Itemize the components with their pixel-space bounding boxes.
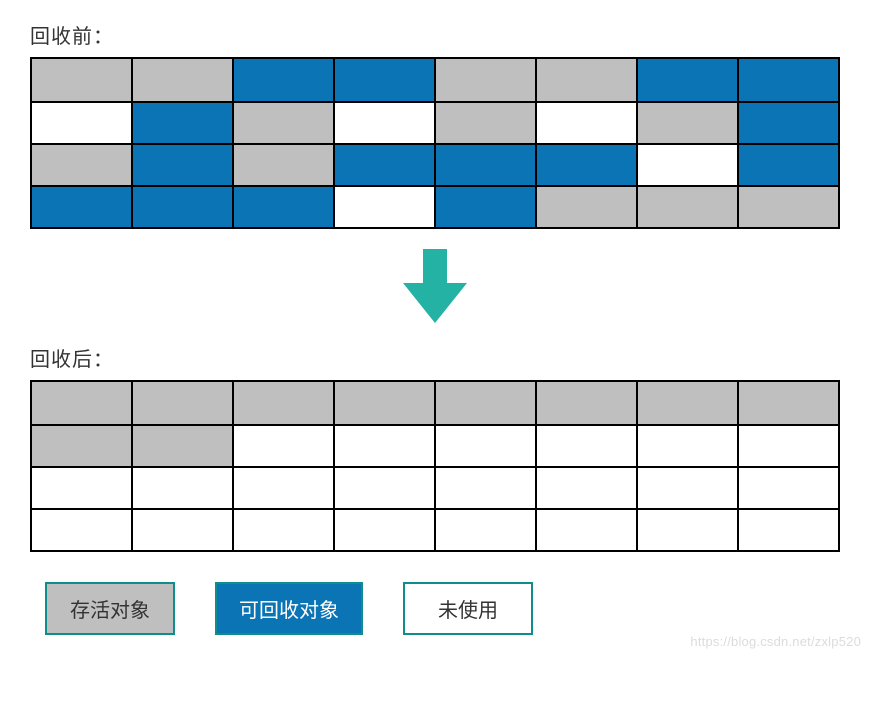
legend-unused: 未使用 [403,582,533,635]
grid-cell-unus [636,145,737,185]
grid-cell-recy [636,59,737,101]
grid-cell-unus [32,103,131,143]
arrow-down-icon [399,247,471,325]
grid-cell-surv [131,59,232,101]
grid-cell-unus [333,468,434,508]
grid-cell-unus [333,426,434,466]
grid-cell-recy [131,103,232,143]
grid-row [32,59,838,101]
grid-cell-recy [333,59,434,101]
grid-cell-recy [32,187,131,227]
grid-cell-surv [535,59,636,101]
grid-cell-recy [131,145,232,185]
grid-cell-surv [434,59,535,101]
grid-cell-surv [333,382,434,424]
after-grid [30,380,840,552]
grid-cell-unus [535,510,636,550]
grid-cell-surv [535,382,636,424]
grid-cell-surv [636,103,737,143]
grid-cell-surv [232,382,333,424]
grid-cell-unus [434,510,535,550]
grid-cell-surv [32,426,131,466]
legend: 存活对象 可回收对象 未使用 [45,582,841,635]
grid-cell-surv [32,145,131,185]
grid-cell-surv [434,382,535,424]
grid-cell-surv [232,145,333,185]
grid-cell-surv [636,187,737,227]
grid-cell-surv [131,382,232,424]
grid-cell-unus [434,426,535,466]
grid-cell-surv [737,382,838,424]
grid-cell-recy [737,59,838,101]
legend-recycle: 可回收对象 [215,582,363,635]
grid-cell-recy [131,187,232,227]
grid-row [32,185,838,227]
before-grid [30,57,840,229]
grid-cell-unus [32,468,131,508]
grid-cell-unus [636,510,737,550]
grid-cell-unus [434,468,535,508]
grid-cell-unus [535,103,636,143]
grid-cell-unus [636,468,737,508]
after-title: 回收后： [30,343,841,372]
legend-survive: 存活对象 [45,582,175,635]
watermark: https://blog.csdn.net/zxlp520 [690,634,861,649]
grid-cell-unus [737,510,838,550]
grid-cell-surv [737,187,838,227]
grid-cell-unus [636,426,737,466]
grid-cell-unus [232,426,333,466]
grid-cell-recy [434,187,535,227]
grid-cell-recy [737,103,838,143]
grid-cell-recy [535,145,636,185]
grid-cell-unus [737,426,838,466]
grid-cell-unus [737,468,838,508]
grid-cell-unus [333,510,434,550]
grid-cell-unus [333,103,434,143]
before-title: 回收前： [30,20,841,49]
grid-cell-surv [32,59,131,101]
grid-cell-surv [535,187,636,227]
grid-cell-unus [232,468,333,508]
grid-cell-surv [434,103,535,143]
grid-cell-surv [636,382,737,424]
grid-cell-recy [333,145,434,185]
grid-cell-surv [232,103,333,143]
grid-cell-recy [434,145,535,185]
grid-cell-surv [32,382,131,424]
grid-cell-unus [535,426,636,466]
grid-row [32,424,838,466]
grid-cell-unus [535,468,636,508]
grid-row [32,382,838,424]
grid-cell-unus [333,187,434,227]
grid-cell-unus [232,510,333,550]
grid-cell-unus [131,510,232,550]
grid-row [32,143,838,185]
arrow-down [30,247,840,325]
grid-cell-unus [32,510,131,550]
grid-row [32,466,838,508]
grid-cell-recy [232,187,333,227]
grid-cell-recy [737,145,838,185]
grid-cell-surv [131,426,232,466]
grid-cell-recy [232,59,333,101]
grid-row [32,101,838,143]
grid-cell-unus [131,468,232,508]
grid-row [32,508,838,550]
